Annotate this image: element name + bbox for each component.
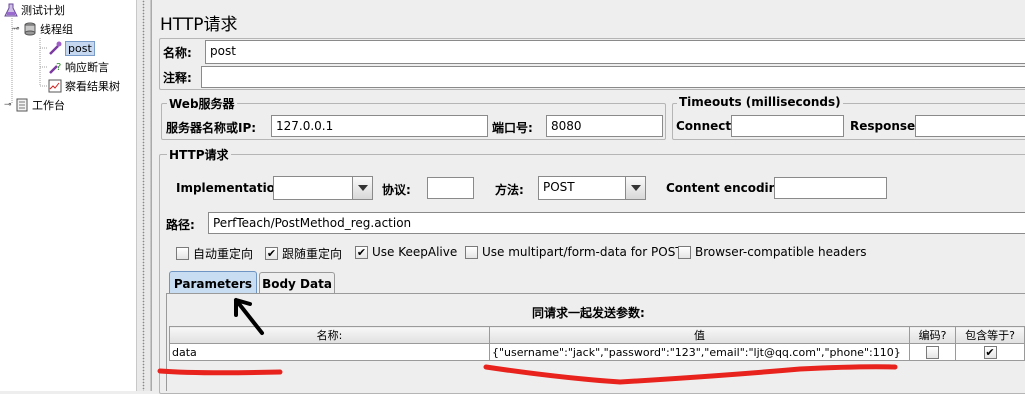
- method-label: 方法:: [495, 183, 524, 197]
- browser-headers-checkbox[interactable]: Browser-compatible headers: [678, 245, 867, 259]
- column-header-encode[interactable]: 编码?: [909, 326, 956, 344]
- multipart-checkbox[interactable]: Use multipart/form-data for POST: [465, 245, 683, 259]
- connect-label: Connect:: [676, 119, 736, 133]
- server-label: 服务器名称或IP:: [166, 121, 257, 135]
- response-field[interactable]: [915, 115, 1025, 137]
- http-request-title: HTTP请求: [167, 146, 231, 163]
- tab-body-data[interactable]: Body Data: [259, 272, 335, 294]
- web-server-title: Web服务器: [167, 95, 237, 112]
- comment-label: 注释:: [163, 71, 192, 85]
- table-header-row: 名称: 值 编码? 包含等于?: [169, 326, 1025, 344]
- keepalive-checkbox[interactable]: ✔ Use KeepAlive: [355, 245, 457, 259]
- checkbox-box[interactable]: [176, 247, 189, 260]
- param-name-cell[interactable]: data: [169, 343, 490, 361]
- auto-redirect-checkbox[interactable]: 自动重定向: [176, 245, 253, 262]
- checkbox-box[interactable]: [678, 245, 691, 259]
- test-plan-tree: 测试计划 ⊸ 线程组 post ? 响应断言 察看结果树 ⊸ 工作台: [0, 0, 136, 391]
- name-field[interactable]: post: [205, 40, 1025, 64]
- server-field[interactable]: 127.0.0.1: [271, 115, 488, 137]
- method-select[interactable]: POST: [538, 176, 646, 200]
- encoding-label: Content encoding:: [666, 181, 791, 195]
- comment-field[interactable]: [201, 66, 1025, 88]
- column-header-name[interactable]: 名称:: [169, 326, 490, 344]
- encode-cell[interactable]: [909, 343, 956, 361]
- follow-redirect-checkbox[interactable]: ✔ 跟随重定向: [265, 245, 342, 262]
- connect-field[interactable]: [731, 115, 844, 137]
- param-value-cell[interactable]: {"username":"jack","password":"123","ema…: [489, 343, 910, 361]
- include-equals-cell[interactable]: ✔: [955, 343, 1025, 361]
- protocol-label: 协议:: [382, 183, 411, 197]
- chevron-down-icon[interactable]: [352, 177, 372, 199]
- path-label: 路径:: [166, 218, 195, 232]
- chevron-down-icon[interactable]: [625, 177, 645, 199]
- checkbox-box[interactable]: [465, 245, 478, 259]
- port-label: 端口号:: [492, 121, 533, 135]
- checkmark-icon[interactable]: ✔: [355, 245, 368, 259]
- checkbox-box[interactable]: [926, 345, 939, 359]
- protocol-field[interactable]: [427, 177, 474, 199]
- parameters-caption: 同请求一起发送参数:: [532, 306, 645, 320]
- column-header-value[interactable]: 值: [489, 326, 910, 344]
- http-request-panel: HTTP请求 名称: post 注释: Web服务器 服务器名称或IP: 127…: [151, 0, 1025, 394]
- name-label: 名称:: [163, 46, 192, 60]
- splitter-handle[interactable]: [136, 0, 151, 391]
- checkmark-icon[interactable]: ✔: [265, 247, 278, 260]
- parameters-table: 名称: 值 编码? 包含等于? data {"username":"jack",…: [169, 326, 1025, 361]
- encoding-field[interactable]: [774, 177, 887, 199]
- column-header-include-equals[interactable]: 包含等于?: [955, 326, 1025, 344]
- port-field[interactable]: 8080: [546, 115, 663, 137]
- checkmark-icon[interactable]: ✔: [983, 345, 997, 359]
- page-title: HTTP请求: [160, 15, 238, 35]
- tree-connector-lines: [11, 18, 48, 104]
- response-label: Response:: [850, 119, 920, 133]
- implementation-label: Implementation:: [176, 181, 289, 195]
- timeouts-title: Timeouts (milliseconds): [677, 95, 843, 109]
- implementation-select[interactable]: [273, 176, 373, 200]
- table-row[interactable]: data {"username":"jack","password":"123"…: [169, 343, 1025, 361]
- path-field[interactable]: PerfTeach/PostMethod_reg.action: [208, 212, 1025, 234]
- tab-parameters[interactable]: Parameters: [169, 271, 257, 295]
